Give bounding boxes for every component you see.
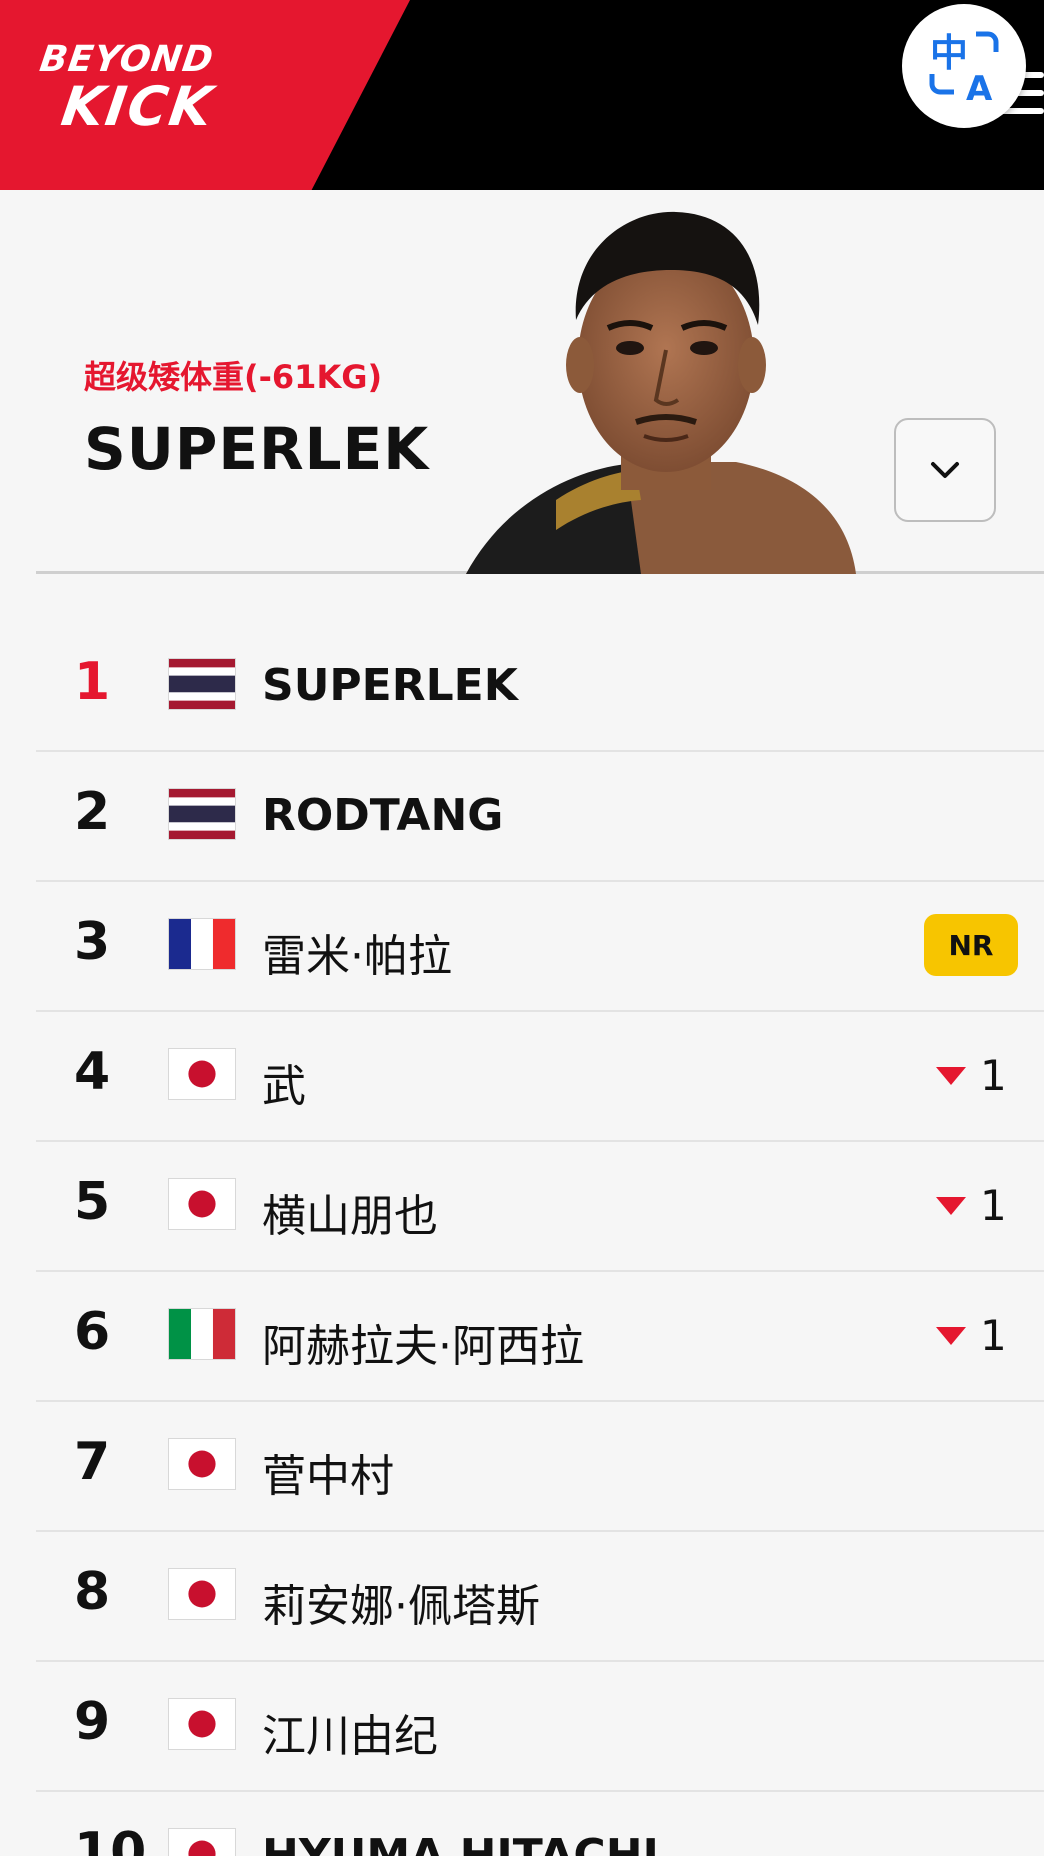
- thailand-flag-icon: [168, 658, 236, 710]
- svg-text:中: 中: [930, 31, 968, 75]
- rank-movement: 1: [936, 1310, 1007, 1360]
- logo-line-1: BEYOND: [37, 39, 217, 80]
- champion-hero: 超级矮体重(-61KG) SUPERLEK: [36, 190, 1044, 574]
- fighter-name[interactable]: 江川由纪: [262, 1700, 438, 1764]
- rank-number: 3: [74, 912, 111, 972]
- movement-value: 1: [980, 1050, 1007, 1100]
- rank-number: 9: [74, 1692, 111, 1752]
- champion-name: SUPERLEK: [84, 415, 430, 483]
- ranking-row-8[interactable]: 8 莉安娜·佩塔斯: [36, 1532, 1044, 1662]
- fighter-name[interactable]: 武: [262, 1050, 306, 1114]
- down-arrow-icon: [936, 1067, 966, 1085]
- ranking-row-2[interactable]: 2 RODTANG: [36, 752, 1044, 882]
- japan-flag-icon: [168, 1178, 236, 1230]
- down-arrow-icon: [936, 1197, 966, 1215]
- fighter-name[interactable]: 阿赫拉夫·阿西拉: [262, 1310, 584, 1374]
- division-title: 超级矮体重(-61KG): [84, 358, 383, 396]
- ranking-row-4[interactable]: 4 武 1: [36, 1012, 1044, 1142]
- rank-number: 10: [74, 1822, 147, 1856]
- japan-flag-icon: [168, 1568, 236, 1620]
- rank-number: 5: [74, 1172, 111, 1232]
- rank-movement: 1: [936, 1050, 1007, 1100]
- ranking-row-6[interactable]: 6 阿赫拉夫·阿西拉 1: [36, 1272, 1044, 1402]
- fighter-name[interactable]: HYUMA HITACHI: [262, 1830, 659, 1856]
- fighter-name[interactable]: 横山朋也: [262, 1180, 438, 1244]
- japan-flag-icon: [168, 1828, 236, 1856]
- site-header: BEYOND KICK 中 A: [0, 0, 1044, 190]
- division-dropdown-button[interactable]: [894, 418, 996, 522]
- champion-portrait: [466, 211, 856, 574]
- rank-movement: 1: [936, 1180, 1007, 1230]
- fighter-name[interactable]: SUPERLEK: [262, 660, 518, 711]
- translate-icon: 中 A: [929, 31, 999, 106]
- france-flag-icon: [168, 918, 236, 970]
- fighter-name[interactable]: 莉安娜·佩塔斯: [262, 1570, 540, 1634]
- rank-number: 7: [74, 1432, 111, 1492]
- fighter-name[interactable]: RODTANG: [262, 790, 503, 841]
- new-ranking-badge: NR: [924, 914, 1018, 976]
- ranking-row-10[interactable]: 10 HYUMA HITACHI: [36, 1792, 1044, 1856]
- ranking-row-3[interactable]: 3 雷米·帕拉 NR: [36, 882, 1044, 1012]
- beyond-kick-logo[interactable]: BEYOND KICK: [37, 39, 230, 142]
- japan-flag-icon: [168, 1698, 236, 1750]
- rank-number: 2: [74, 782, 111, 842]
- logo-line-2: KICK: [57, 75, 218, 138]
- ranking-row-5[interactable]: 5 横山朋也 1: [36, 1142, 1044, 1272]
- translate-button[interactable]: 中 A: [902, 4, 1026, 128]
- movement-value: 1: [980, 1310, 1007, 1360]
- rankings-list: 1 SUPERLEK 2 RODTANG 3 雷米·帕拉 NR 4 武 1 5 …: [36, 622, 1044, 1856]
- movement-value: 1: [980, 1180, 1007, 1230]
- ranking-row-7[interactable]: 7 菅中村: [36, 1402, 1044, 1532]
- rank-number: 6: [74, 1302, 111, 1362]
- japan-flag-icon: [168, 1048, 236, 1100]
- fighter-name[interactable]: 菅中村: [262, 1440, 394, 1504]
- down-arrow-icon: [936, 1327, 966, 1345]
- svg-text:A: A: [966, 69, 993, 106]
- fighter-name[interactable]: 雷米·帕拉: [262, 920, 452, 984]
- italy-flag-icon: [168, 1308, 236, 1360]
- thailand-flag-icon: [168, 788, 236, 840]
- japan-flag-icon: [168, 1438, 236, 1490]
- rank-number: 8: [74, 1562, 111, 1622]
- ranking-row-9[interactable]: 9 江川由纪: [36, 1662, 1044, 1792]
- chevron-down-icon: [931, 462, 959, 478]
- rank-number: 1: [74, 652, 111, 712]
- ranking-row-1[interactable]: 1 SUPERLEK: [36, 622, 1044, 752]
- rank-number: 4: [74, 1042, 111, 1102]
